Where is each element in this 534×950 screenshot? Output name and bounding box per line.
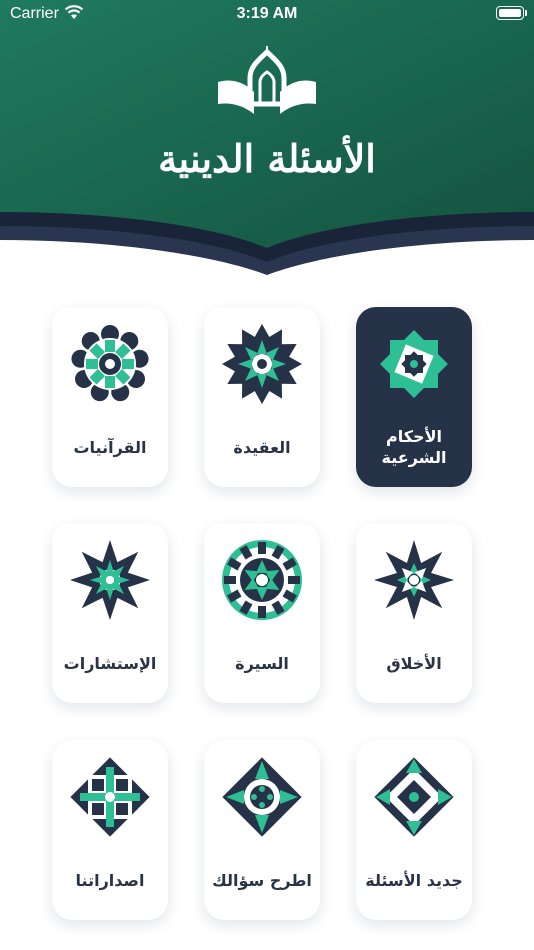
square-arabesque-icon	[70, 757, 150, 837]
diamond-arabesque-icon	[374, 757, 454, 837]
category-label: العقيدة	[233, 437, 291, 457]
eight-point-star-icon	[70, 540, 150, 620]
category-label: السيرة	[235, 653, 289, 673]
circle-medallion-icon	[222, 540, 302, 620]
category-label: اصداراتنا	[75, 870, 145, 890]
category-grid: الأحكام الشرعية العقيدة القرآنيات الأخلا…	[0, 0, 534, 950]
star-medallion-icon	[380, 330, 448, 398]
category-label: اطرح سؤالك	[212, 870, 312, 890]
starburst-icon	[374, 540, 454, 620]
category-card-ask-question[interactable]: اطرح سؤالك	[204, 740, 320, 920]
rosette-icon	[222, 324, 302, 404]
category-label: جديد الأسئلة	[365, 870, 463, 890]
flower-medallion-icon	[71, 325, 149, 402]
category-label: الإستشارات	[63, 653, 157, 673]
category-label: القرآنيات	[73, 437, 147, 457]
category-card-seerah[interactable]: السيرة	[204, 523, 320, 703]
category-card-publications[interactable]: اصداراتنا	[52, 740, 168, 920]
category-card-new-questions[interactable]: جديد الأسئلة	[356, 740, 472, 920]
category-card-akhlaq[interactable]: الأخلاق	[356, 523, 472, 703]
category-card-ahkam[interactable]: الأحكام الشرعية	[356, 307, 472, 487]
diamond-medallion-icon	[222, 757, 302, 837]
category-label: الأخلاق	[386, 653, 442, 673]
category-label: الأحكام الشرعية	[381, 427, 447, 467]
category-card-quraniyat[interactable]: القرآنيات	[52, 307, 168, 487]
category-card-aqeeda[interactable]: العقيدة	[204, 307, 320, 487]
category-card-istisharat[interactable]: الإستشارات	[52, 523, 168, 703]
